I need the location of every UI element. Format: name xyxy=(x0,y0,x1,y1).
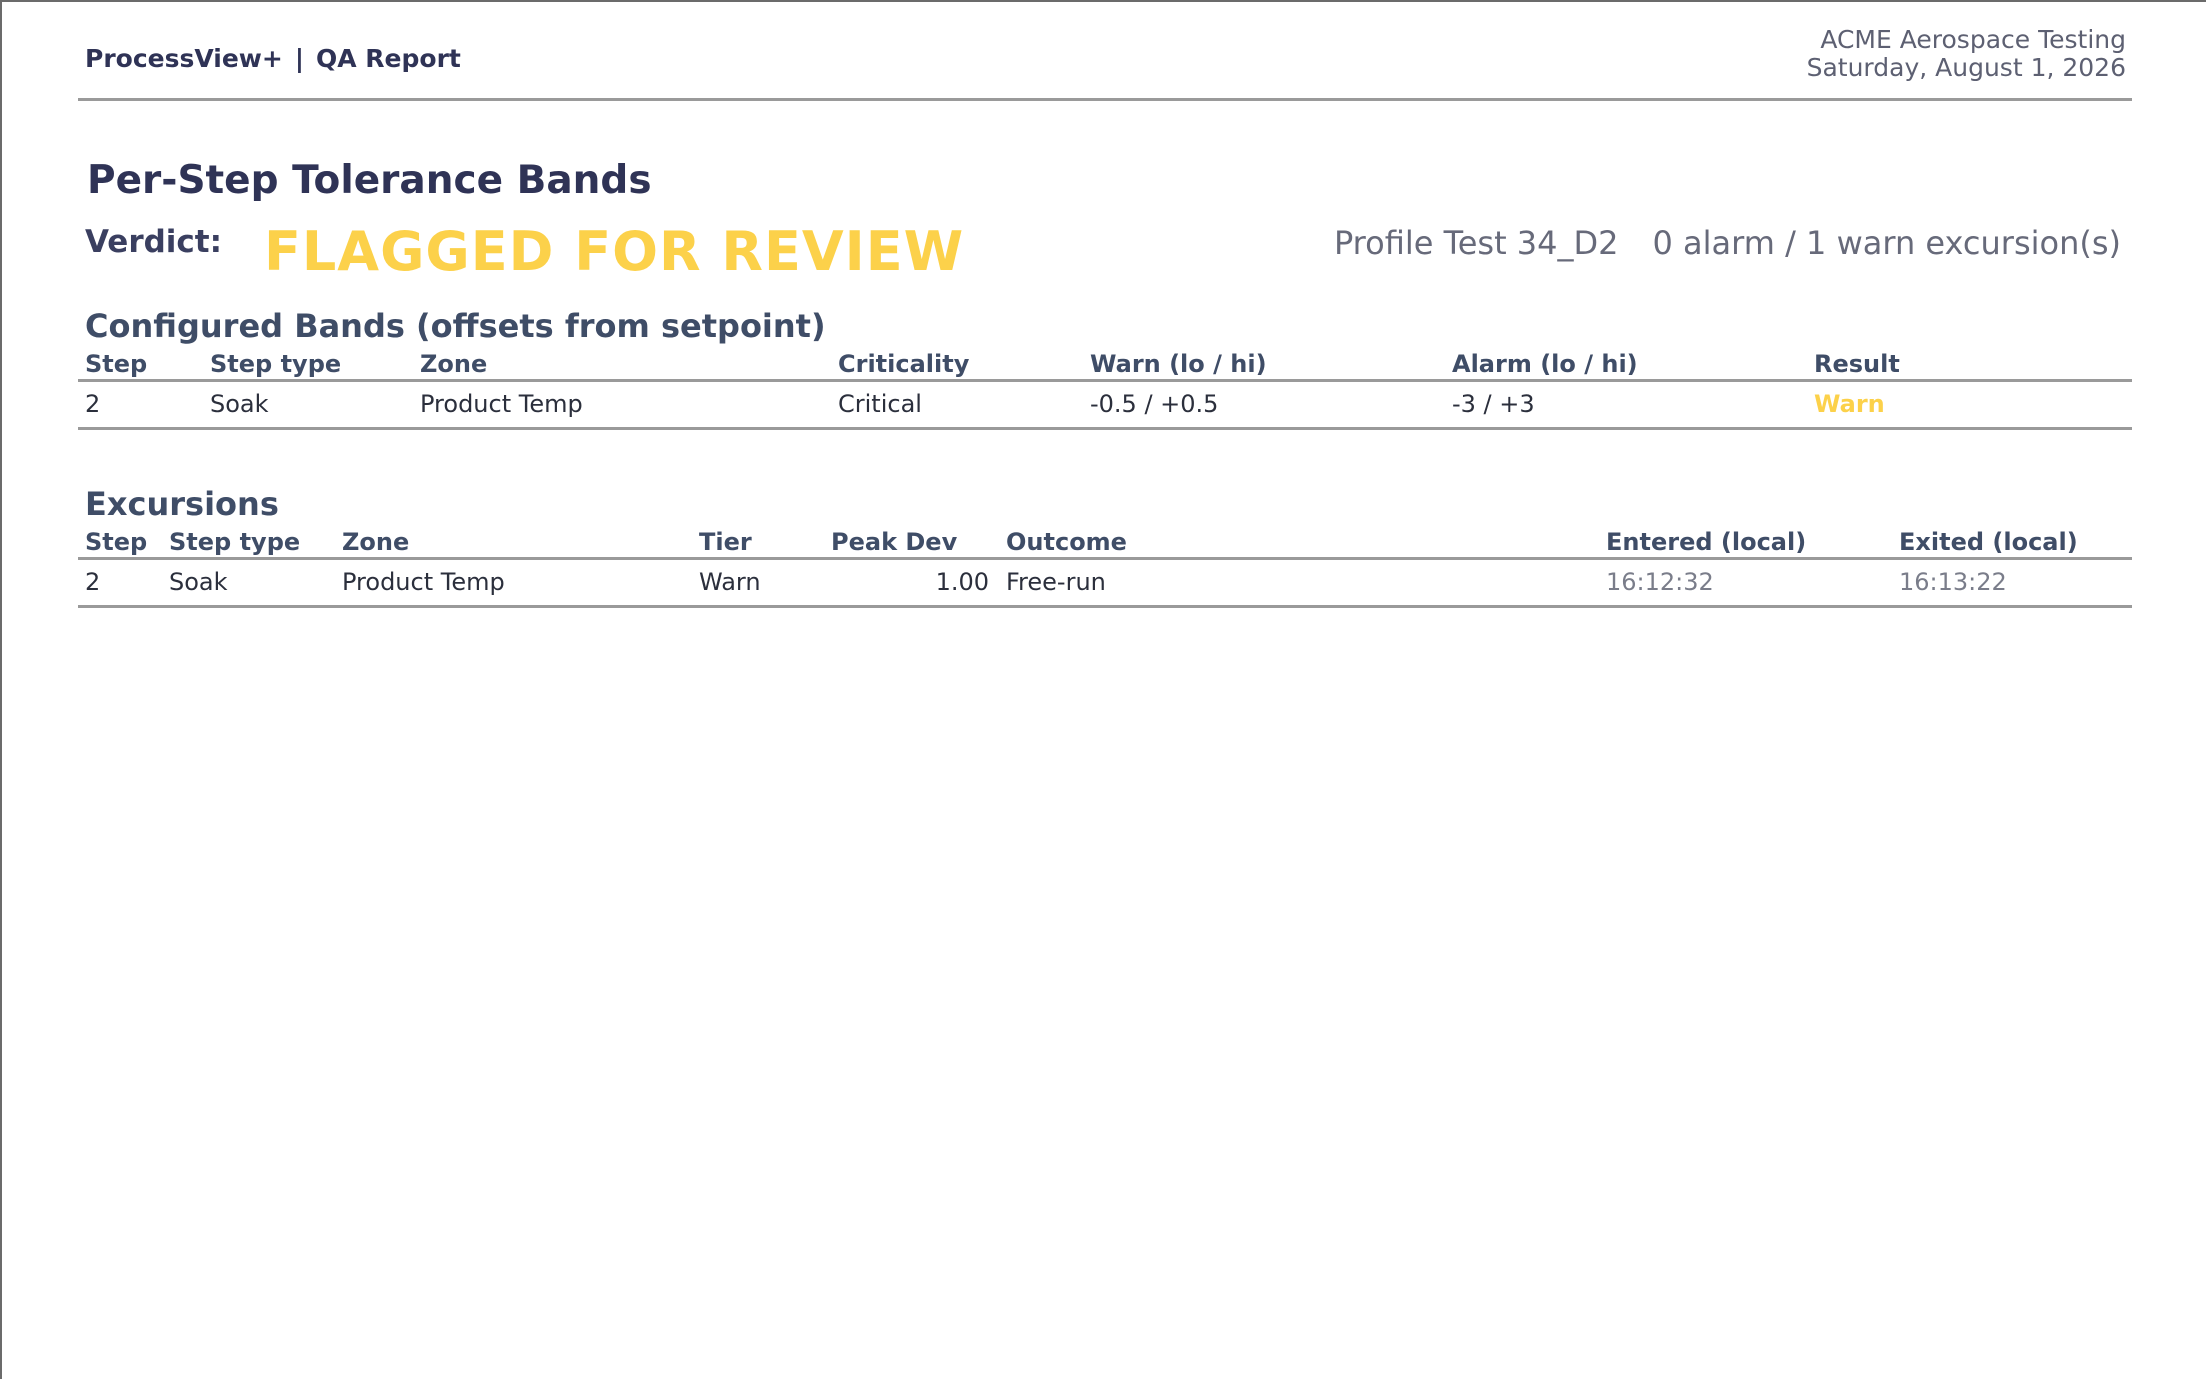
cell-criticality: Critical xyxy=(831,380,1083,430)
header-separator: | xyxy=(294,44,304,73)
excursions-table: Step Step type Zone Tier Peak Dev Outcom… xyxy=(78,528,2132,608)
table-header-row: Step Step type Zone Tier Peak Dev Outcom… xyxy=(78,528,2132,560)
verdict-value: FLAGGED FOR REVIEW xyxy=(264,220,965,283)
profile-name: Profile Test 34_D2 xyxy=(1333,224,1619,262)
table-header-row: Step Step type Zone Criticality Warn (lo… xyxy=(78,350,2132,382)
cell-zone: Product Temp xyxy=(335,558,692,608)
page-title: Per-Step Tolerance Bands xyxy=(87,158,652,203)
app-header-brand: ProcessView+ | QA Report xyxy=(85,44,461,73)
company-block: ACME Aerospace Testing Saturday, August … xyxy=(1807,26,2126,82)
header-divider xyxy=(78,98,2132,101)
cell-step: 2 xyxy=(78,380,203,430)
cell-tier: Warn xyxy=(692,558,824,608)
report-name: QA Report xyxy=(315,44,461,73)
table-row: 2 Soak Product Temp Warn 1.00 Free-run 1… xyxy=(78,558,2132,608)
cell-zone: Product Temp xyxy=(413,380,831,430)
report-date: Saturday, August 1, 2026 xyxy=(1806,53,2126,82)
column-header: Step type xyxy=(162,528,335,560)
table-row: 2 Soak Product Temp Critical -0.5 / +0.5… xyxy=(78,380,2132,430)
cell-alarm-band: -3 / +3 xyxy=(1445,380,1807,430)
cell-step: 2 xyxy=(78,558,162,608)
cell-exited-time: 16:13:22 xyxy=(1892,558,2132,608)
cell-step-type: Soak xyxy=(203,380,413,430)
cell-step-type: Soak xyxy=(162,558,335,608)
column-header: Alarm (lo / hi) xyxy=(1445,350,1807,382)
excursions-title: Excursions xyxy=(85,485,279,523)
profile-summary: Profile Test 34_D2 0 alarm / 1 warn excur… xyxy=(1334,224,2121,262)
page-frame xyxy=(0,0,2206,1379)
cell-result: Warn xyxy=(1807,380,2132,430)
cell-warn-band: -0.5 / +0.5 xyxy=(1083,380,1445,430)
excursion-summary: 0 alarm / 1 warn excursion(s) xyxy=(1652,224,2121,262)
column-header: Tier xyxy=(692,528,824,560)
cell-peak-dev: 1.00 xyxy=(824,558,999,608)
cell-outcome: Free-run xyxy=(999,558,1599,608)
column-header: Peak Dev xyxy=(824,528,999,560)
configured-bands-title: Configured Bands (offsets from setpoint) xyxy=(85,307,826,345)
column-header: Result xyxy=(1807,350,2132,382)
column-header: Zone xyxy=(335,528,692,560)
column-header: Step xyxy=(78,350,203,382)
cell-entered-time: 16:12:32 xyxy=(1599,558,1892,608)
app-name: ProcessView+ xyxy=(85,44,283,73)
column-header: Entered (local) xyxy=(1599,528,1892,560)
column-header: Criticality xyxy=(831,350,1083,382)
verdict-label: Verdict: xyxy=(85,224,223,260)
company-name: ACME Aerospace Testing xyxy=(1820,25,2126,54)
column-header: Outcome xyxy=(999,528,1599,560)
column-header: Zone xyxy=(413,350,831,382)
column-header: Warn (lo / hi) xyxy=(1083,350,1445,382)
column-header: Step type xyxy=(203,350,413,382)
configured-bands-table: Step Step type Zone Criticality Warn (lo… xyxy=(78,350,2132,430)
column-header: Step xyxy=(78,528,162,560)
column-header: Exited (local) xyxy=(1892,528,2132,560)
